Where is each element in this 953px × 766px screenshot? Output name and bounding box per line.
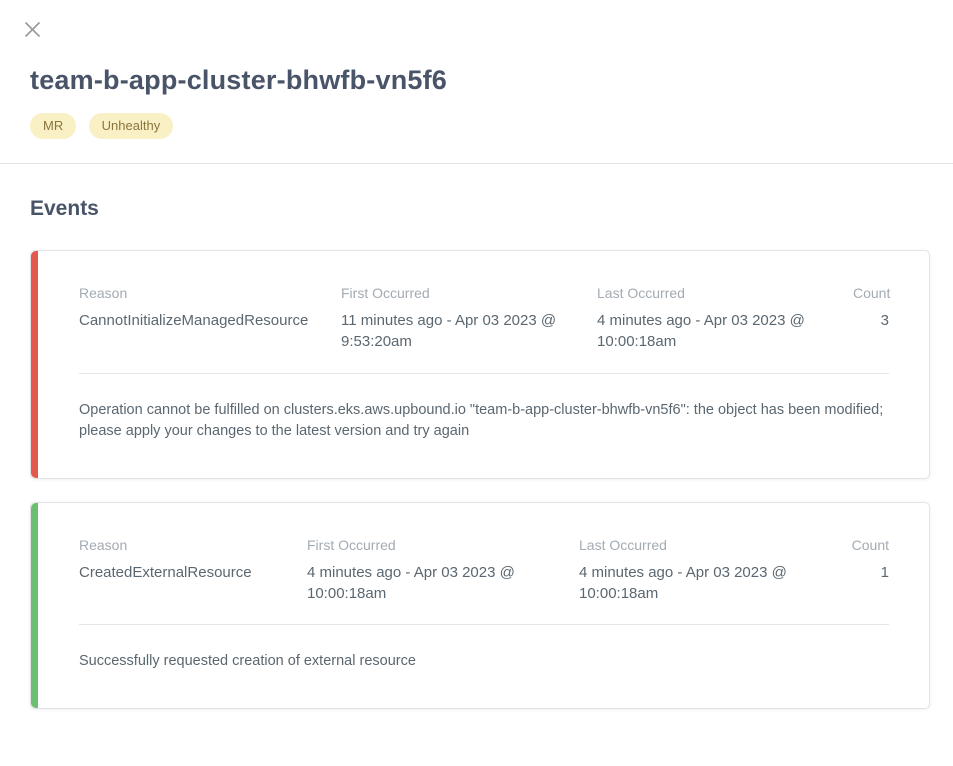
event-reason: CannotInitializeManagedResource xyxy=(79,310,341,353)
event-last-occurred: 4 minutes ago - Apr 03 2023 @ 10:00:18am xyxy=(579,562,851,605)
event-meta-table: Reason First Occurred Last Occurred Coun… xyxy=(79,537,889,605)
resource-detail-panel: team-b-app-cluster-bhwfb-vn5f6 MR Unheal… xyxy=(0,19,953,709)
event-message: Operation cannot be fulfilled on cluster… xyxy=(79,400,889,442)
card-divider xyxy=(79,373,889,374)
header-divider xyxy=(0,163,953,164)
column-header-last-occurred: Last Occurred xyxy=(579,537,851,562)
page-title: team-b-app-cluster-bhwfb-vn5f6 xyxy=(30,65,953,96)
event-first-occurred: 4 minutes ago - Apr 03 2023 @ 10:00:18am xyxy=(307,562,579,605)
column-header-reason: Reason xyxy=(79,285,341,310)
column-header-reason: Reason xyxy=(79,537,307,562)
event-card-error: Reason First Occurred Last Occurred Coun… xyxy=(30,250,930,479)
column-header-last-occurred: Last Occurred xyxy=(597,285,853,310)
column-header-count: Count xyxy=(851,537,889,562)
event-status-bar-success xyxy=(31,503,38,709)
event-meta-row: CannotInitializeManagedResource 11 minut… xyxy=(79,310,889,353)
event-status-bar-error xyxy=(31,251,38,478)
health-status-badge: Unhealthy xyxy=(89,113,174,139)
events-heading: Events xyxy=(30,197,953,221)
event-count: 1 xyxy=(851,562,889,605)
close-icon xyxy=(24,21,41,38)
column-header-first-occurred: First Occurred xyxy=(341,285,597,310)
badge-row: MR Unhealthy xyxy=(30,113,953,139)
column-header-count: Count xyxy=(853,285,889,310)
column-header-first-occurred: First Occurred xyxy=(307,537,579,562)
event-first-occurred: 11 minutes ago - Apr 03 2023 @ 9:53:20am xyxy=(341,310,597,353)
close-button[interactable] xyxy=(22,19,43,40)
event-message: Successfully requested creation of exter… xyxy=(79,651,889,672)
card-divider xyxy=(79,624,889,625)
event-last-occurred: 4 minutes ago - Apr 03 2023 @ 10:00:18am xyxy=(597,310,853,353)
resource-kind-badge: MR xyxy=(30,113,76,139)
event-count: 3 xyxy=(853,310,889,353)
event-meta-table: Reason First Occurred Last Occurred Coun… xyxy=(79,285,889,353)
event-card-success: Reason First Occurred Last Occurred Coun… xyxy=(30,502,930,710)
event-reason: CreatedExternalResource xyxy=(79,562,307,605)
event-meta-row: CreatedExternalResource 4 minutes ago - … xyxy=(79,562,889,605)
